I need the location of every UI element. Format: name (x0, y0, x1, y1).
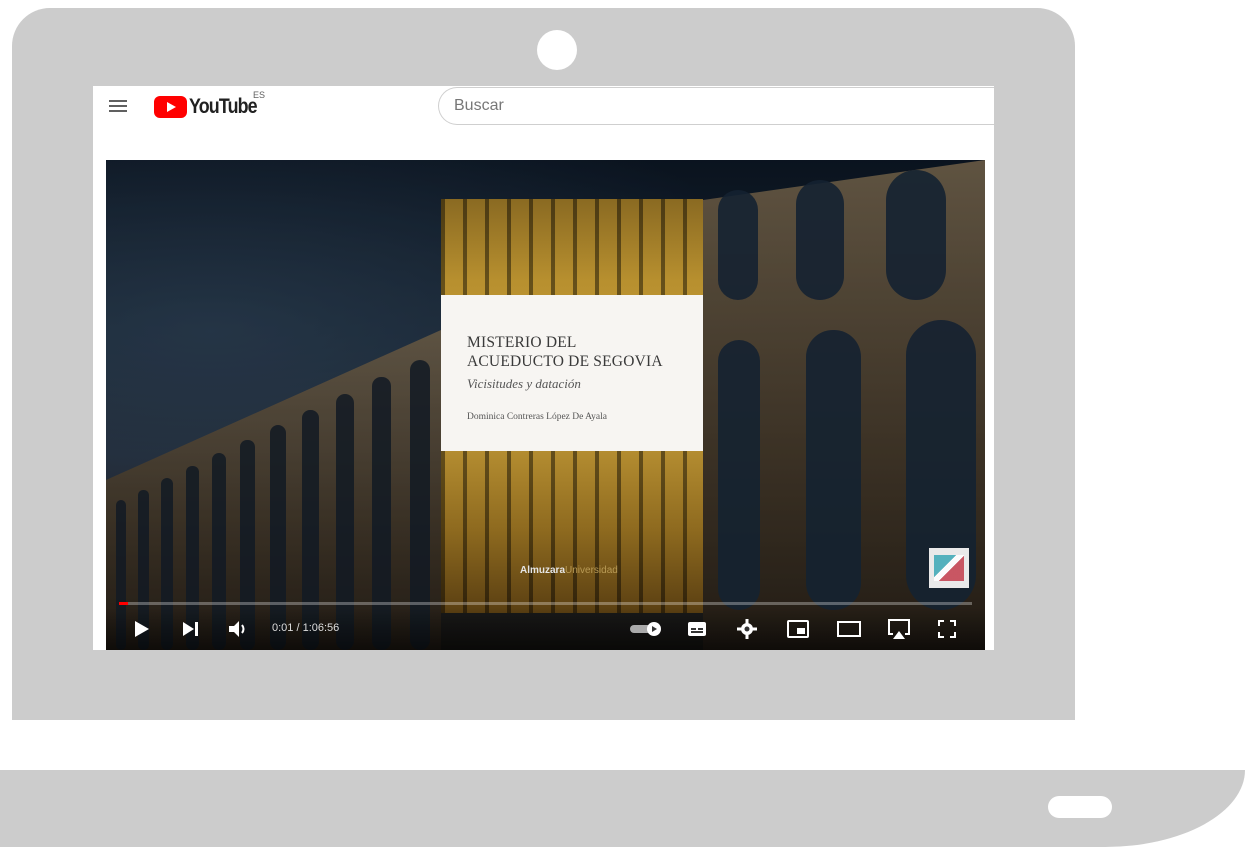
trackpad (1048, 796, 1112, 818)
publisher-bold: Almuzara (520, 565, 566, 576)
theater-mode-icon[interactable] (836, 616, 862, 642)
search-input[interactable]: Buscar (438, 87, 994, 125)
channel-watermark-icon[interactable] (929, 548, 969, 588)
youtube-logo[interactable]: YouTube (154, 95, 269, 119)
progress-bar[interactable] (119, 602, 972, 605)
autoplay-toggle-icon[interactable] (629, 616, 663, 642)
airplay-icon[interactable] (886, 616, 912, 642)
book-subtitle: Vicisitudes y datación (467, 376, 581, 391)
fullscreen-icon[interactable] (936, 616, 958, 642)
book-title-card: MISTERIO DEL ACUEDUCTO DE SEGOVIA Vicisi… (441, 295, 703, 451)
volume-icon[interactable] (227, 616, 251, 642)
play-icon[interactable] (132, 616, 152, 642)
progress-fill (119, 602, 128, 605)
publisher-light: Universidad (565, 565, 618, 576)
time-display: 0:01 / 1:06:56 (272, 622, 340, 634)
screen: YouTube ES Buscar MISTERIO DEL ACUEDUCTO… (93, 86, 994, 650)
subtitles-icon[interactable] (686, 616, 708, 642)
player-controls: 0:01 / 1:06:56 (106, 608, 985, 650)
country-code: ES (253, 90, 266, 100)
book-publisher: AlmuzaraUniversidad (520, 565, 618, 576)
book-title-line2: ACUEDUCTO DE SEGOVIA (467, 353, 663, 370)
miniplayer-icon[interactable] (786, 616, 810, 642)
book-author: Dominica Contreras López De Ayala (467, 412, 607, 422)
next-icon[interactable] (180, 616, 202, 642)
camera-icon (537, 30, 577, 70)
book-title-line1: MISTERIO DEL (467, 334, 577, 351)
menu-icon[interactable] (109, 97, 127, 113)
youtube-header: YouTube ES Buscar (93, 86, 994, 130)
youtube-logo-icon (154, 96, 187, 118)
video-player[interactable]: MISTERIO DEL ACUEDUCTO DE SEGOVIA Vicisi… (106, 160, 985, 650)
book-cover: MISTERIO DEL ACUEDUCTO DE SEGOVIA Vicisi… (441, 199, 703, 613)
settings-icon[interactable] (736, 616, 758, 642)
youtube-logo-text: YouTube (189, 95, 258, 118)
